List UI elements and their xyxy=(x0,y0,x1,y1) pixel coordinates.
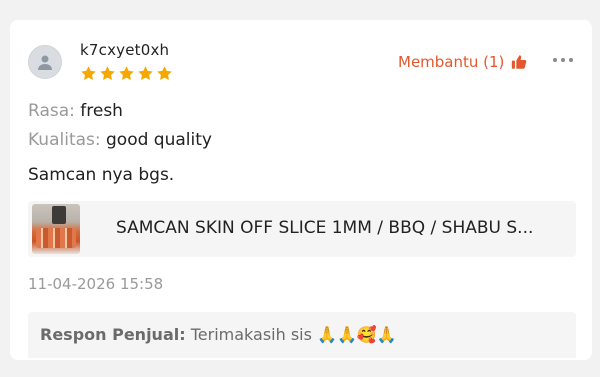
reviewer-username: k7cxyet0xh xyxy=(80,41,170,59)
more-horizontal-icon xyxy=(553,58,557,62)
star-icon xyxy=(119,66,134,81)
product-thumbnail xyxy=(32,204,80,254)
seller-reply-text: Terimakasih sis 🙏🙏🥰🙏 xyxy=(190,325,397,344)
attribute-kualitas: Kualitas: good quality xyxy=(28,130,212,150)
star-icon xyxy=(100,66,115,81)
more-horizontal-icon xyxy=(569,58,573,62)
attribute-label: Rasa: xyxy=(28,101,75,121)
more-horizontal-icon xyxy=(561,58,565,62)
helpful-button[interactable]: Membantu (1) xyxy=(398,53,528,71)
review-text: Samcan nya bgs. xyxy=(28,165,175,185)
seller-reply: Respon Penjual: Terimakasih sis 🙏🙏🥰🙏 xyxy=(28,312,576,358)
star-icon xyxy=(138,66,153,81)
review-timestamp: 11-04-2026 15:58 xyxy=(28,275,164,293)
more-options-button[interactable] xyxy=(548,50,578,70)
attribute-value: good quality xyxy=(106,130,212,150)
helpful-label: Membantu (1) xyxy=(398,53,505,71)
star-icon xyxy=(157,66,172,81)
avatar[interactable] xyxy=(28,45,62,79)
attribute-value: fresh xyxy=(80,101,123,121)
rating-stars xyxy=(80,65,173,82)
review-card: k7cxyet0xh Membantu (1) Rasa: fresh Kual… xyxy=(10,20,592,360)
thumbs-up-icon xyxy=(512,55,527,69)
attribute-label: Kualitas: xyxy=(28,130,101,150)
product-name: SAMCAN SKIN OFF SLICE 1MM / BBQ / SHABU … xyxy=(116,218,534,238)
attribute-rasa: Rasa: fresh xyxy=(28,101,123,121)
star-icon xyxy=(81,66,96,81)
user-avatar-icon xyxy=(38,55,52,70)
seller-reply-label: Respon Penjual: xyxy=(40,325,186,344)
product-link[interactable]: SAMCAN SKIN OFF SLICE 1MM / BBQ / SHABU … xyxy=(28,201,576,257)
